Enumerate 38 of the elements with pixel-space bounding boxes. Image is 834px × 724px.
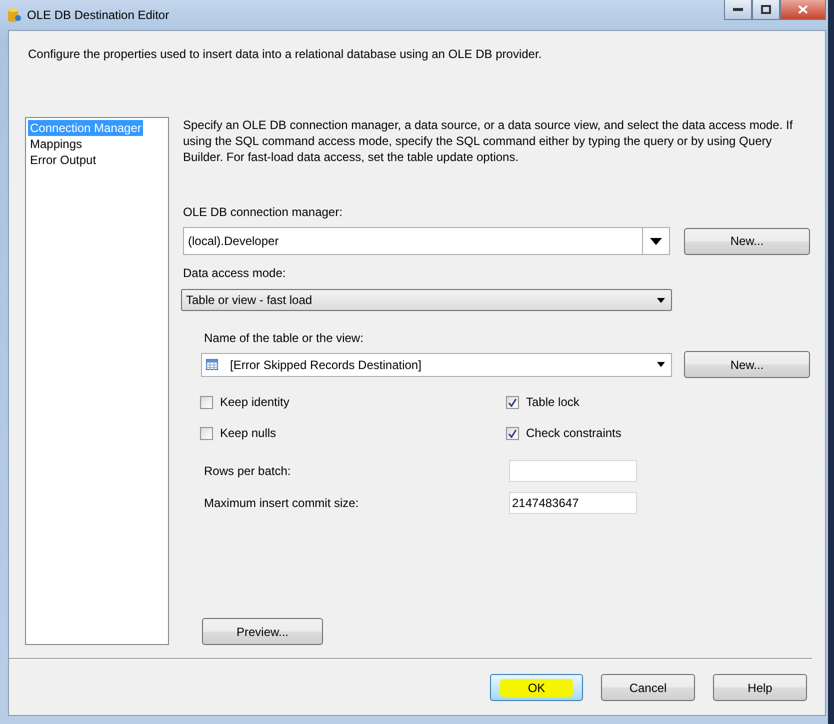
- instructions-text: Specify an OLE DB connection manager, a data source, or a data source view, and select the data access mode. If using the SQL command access mode, specify the SQL command either by typing the query or by using Query Builder. For fast-load data access, set the table update options.: [183, 117, 794, 165]
- dialog-button[interactable]: OK: [490, 674, 583, 701]
- checkmark-icon: [508, 428, 517, 438]
- dropdown-arrow-icon: [650, 238, 662, 244]
- dropdown-arrow-icon: [657, 362, 665, 367]
- page-list-item[interactable]: Mappings: [28, 136, 84, 152]
- minimize-icon: [733, 8, 743, 12]
- new-button[interactable]: New...: [684, 351, 810, 378]
- window-title: OLE DB Destination Editor: [27, 8, 170, 22]
- maximize-button[interactable]: [752, 0, 780, 20]
- number-input-field[interactable]: [509, 460, 637, 482]
- checkmark-icon: [508, 398, 517, 406]
- preview-button[interactable]: Preview...: [202, 618, 323, 645]
- minimize-button[interactable]: [724, 0, 752, 20]
- option-checkbox[interactable]: Keep identity: [200, 395, 506, 409]
- close-icon: [798, 5, 808, 14]
- dialog-button[interactable]: Help: [713, 674, 807, 701]
- dialog-button[interactable]: Cancel: [601, 674, 695, 701]
- option-checkbox[interactable]: Keep nulls: [200, 426, 506, 440]
- table-name-dropdown[interactable]: [Error Skipped Records Destination]: [201, 352, 672, 376]
- connection-manager-dropdown[interactable]: (local).Developer: [183, 227, 670, 255]
- option-checkbox[interactable]: Check constraints: [506, 426, 810, 440]
- description-text: Configure the properties used to insert data into a relational database using an OLE DB provider.: [28, 47, 542, 61]
- page-list-item[interactable]: Error Output: [28, 152, 98, 168]
- field-label: OLE DB connection manager:: [183, 205, 344, 219]
- dropdown-arrow-icon: [657, 298, 665, 302]
- field-label: Data access mode:: [183, 266, 287, 280]
- maximize-icon: [761, 5, 771, 14]
- option-checkbox[interactable]: Table lock: [506, 395, 810, 409]
- table-icon: [206, 359, 218, 370]
- new-button[interactable]: New...: [684, 228, 810, 254]
- field-label: Name of the table or the view:: [204, 331, 364, 345]
- field-label: Maximum insert commit size:: [204, 496, 360, 510]
- data-access-mode-dropdown[interactable]: Table or view - fast load: [181, 289, 672, 311]
- number-input-field[interactable]: 2147483647: [509, 492, 637, 514]
- field-label: Rows per batch:: [204, 464, 292, 478]
- database-icon: [7, 7, 21, 23]
- close-button[interactable]: [780, 0, 826, 20]
